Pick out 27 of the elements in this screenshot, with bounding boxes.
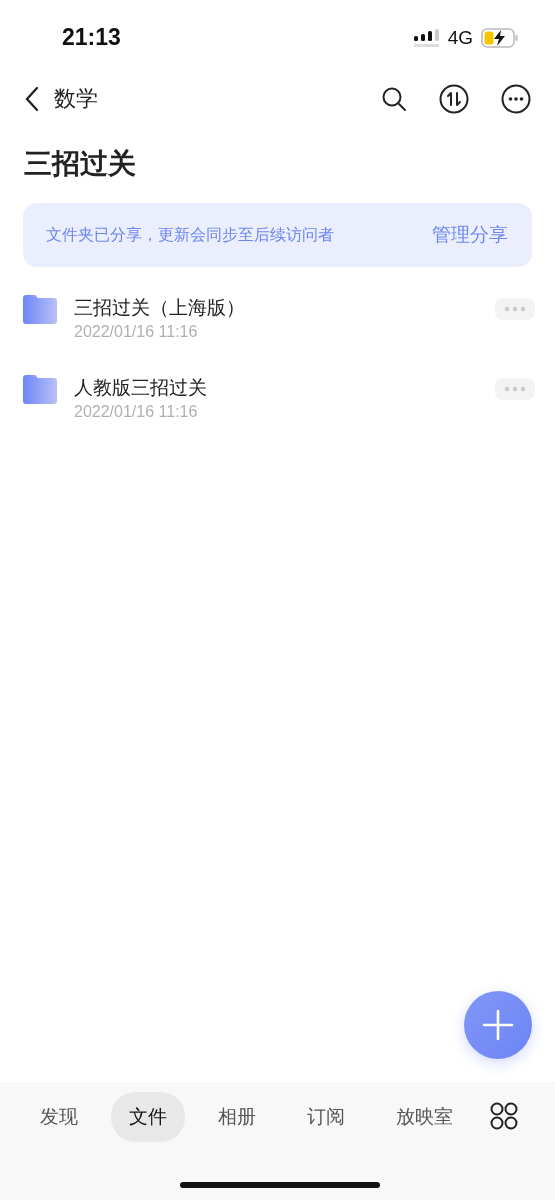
- signal-icon: [413, 28, 440, 47]
- tab[interactable]: 发现: [22, 1092, 96, 1142]
- file-date: 2022/01/16 11:16: [74, 323, 199, 341]
- tab[interactable]: 相册: [200, 1092, 274, 1142]
- back-button[interactable]: [24, 86, 40, 112]
- status-time: 21:13: [62, 24, 121, 51]
- network-type: 4G: [447, 26, 473, 49]
- file-date: 2022/01/16 11:16: [74, 403, 199, 421]
- file-name[interactable]: 人教版三招过关: [74, 375, 495, 401]
- folder-icon: [23, 375, 57, 404]
- search-button[interactable]: [381, 86, 407, 112]
- folder-icon: [23, 295, 57, 324]
- nav-title: 数学: [54, 85, 99, 113]
- share-message: 文件夹已分享，更新会同步至后续访问者: [46, 224, 334, 246]
- file-name[interactable]: 三招过关（上海版）: [74, 295, 495, 321]
- ellipsis-icon: [504, 306, 526, 312]
- add-button[interactable]: [464, 991, 532, 1059]
- folder-title: 三招过关: [24, 146, 137, 182]
- sort-button[interactable]: [439, 84, 469, 114]
- battery-charging-icon: [481, 27, 519, 48]
- tab[interactable]: 文件: [111, 1092, 185, 1142]
- apps-button[interactable]: [490, 1102, 518, 1130]
- tab[interactable]: 订阅: [289, 1092, 363, 1142]
- plus-icon: [482, 1009, 514, 1041]
- ellipsis-icon: [504, 386, 526, 392]
- tab[interactable]: 放映室: [378, 1092, 471, 1142]
- more-button[interactable]: [501, 84, 531, 114]
